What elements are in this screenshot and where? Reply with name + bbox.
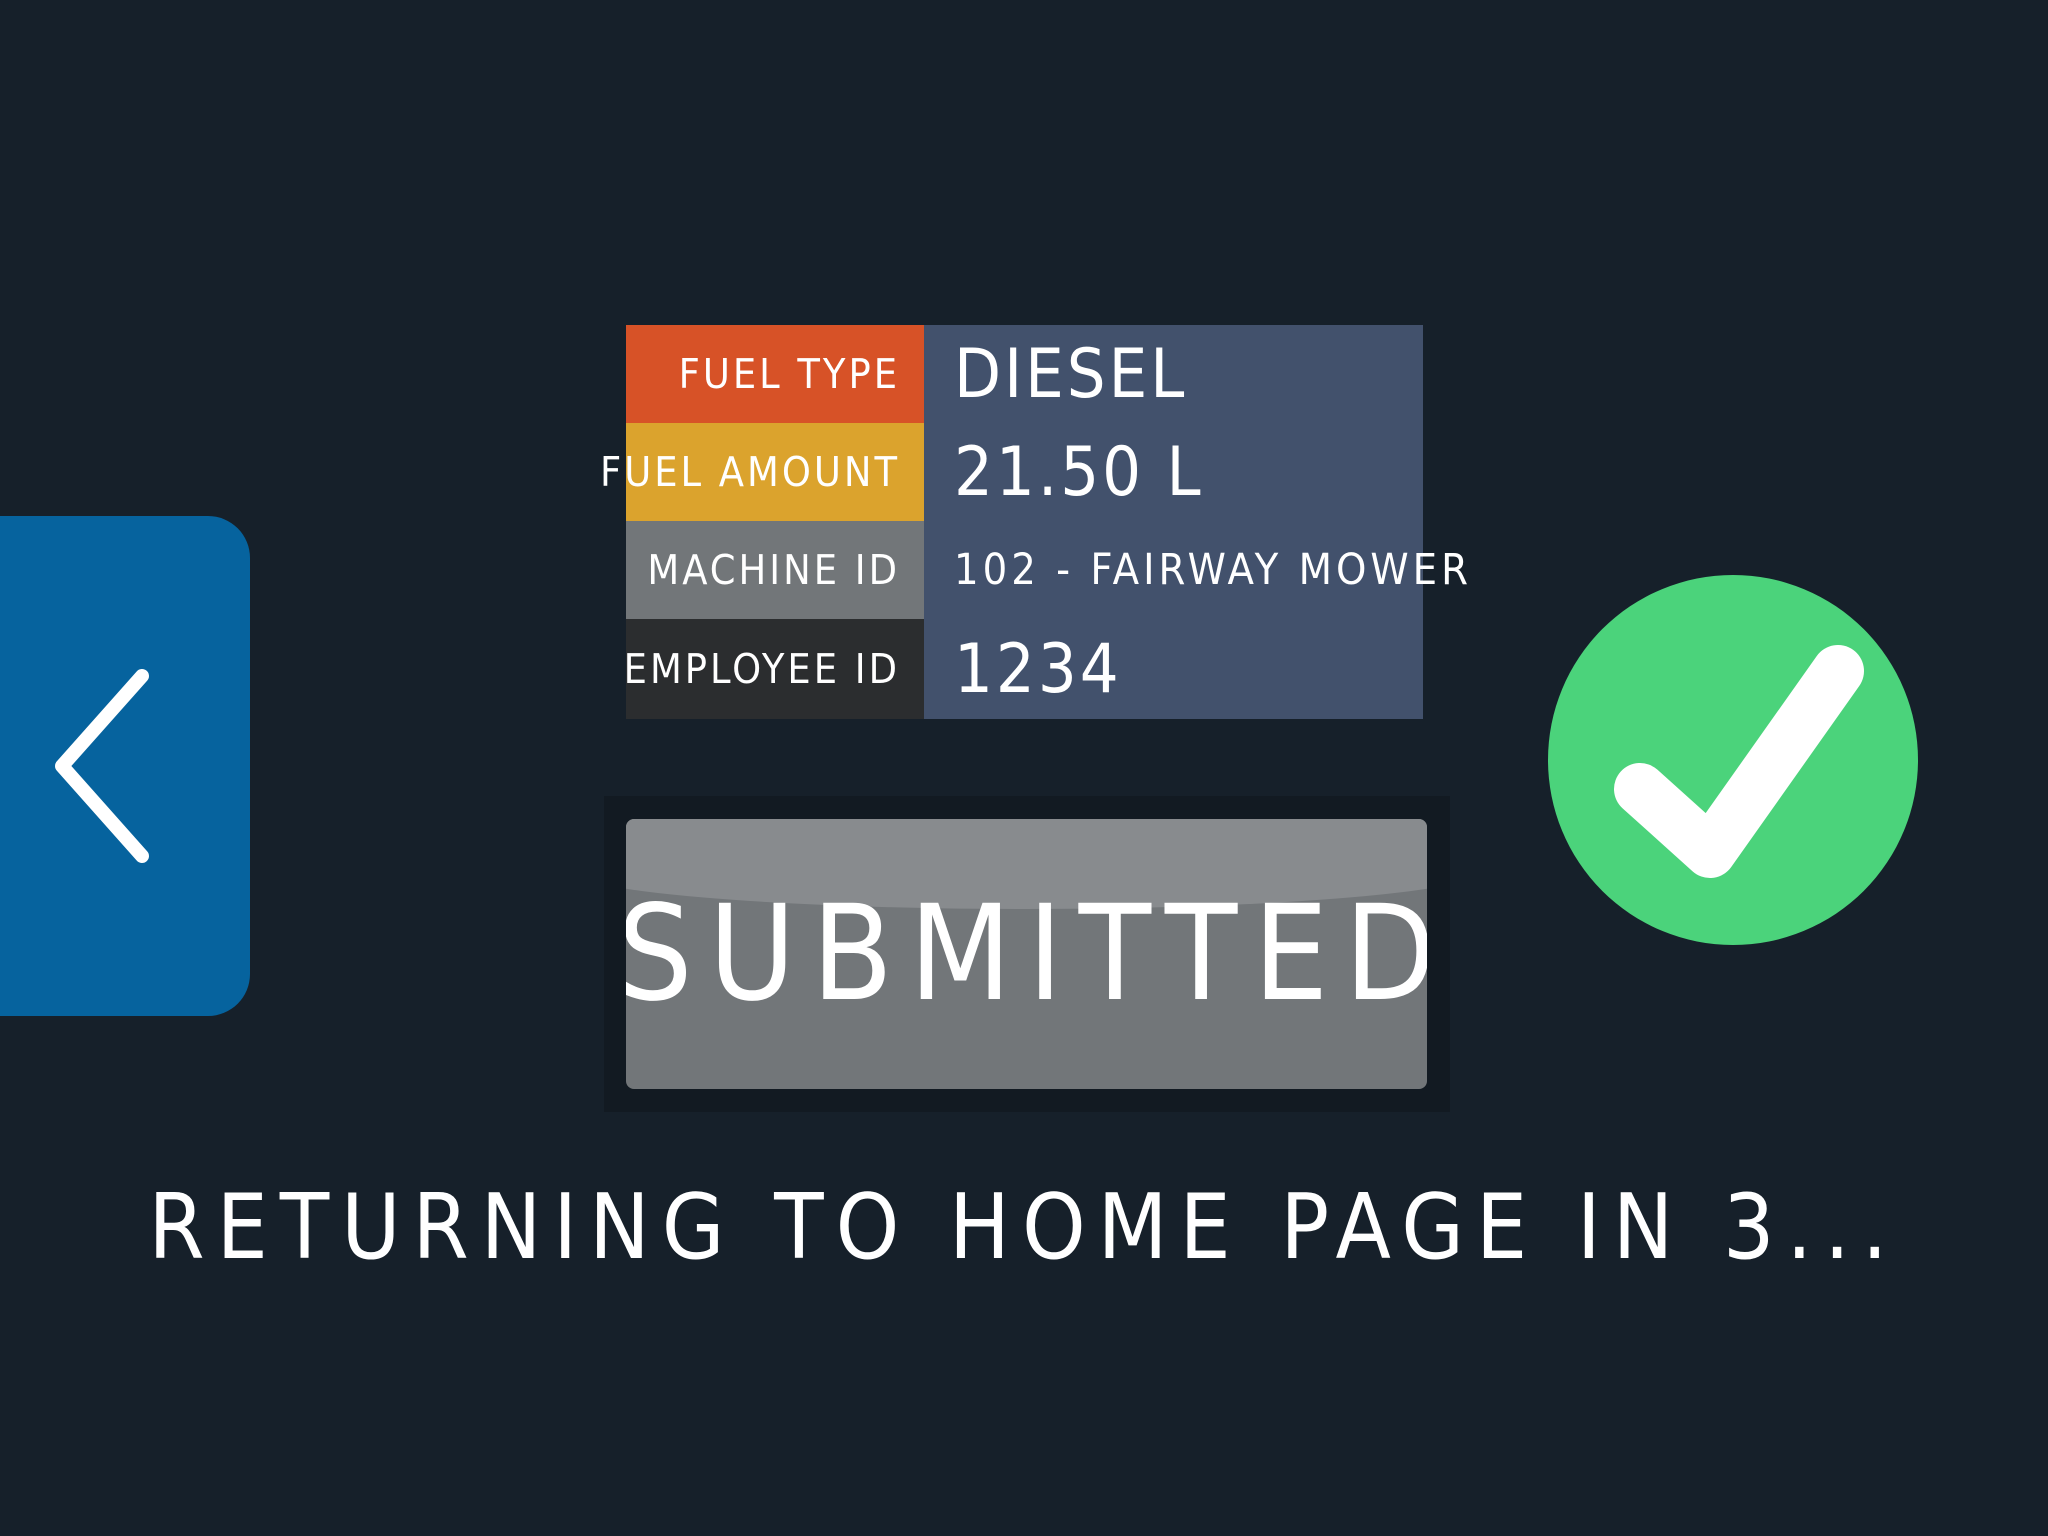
summary-row-machine-id: MACHINE ID 102 - FAIRWAY MOWER (626, 521, 1468, 619)
fuel-type-value: DIESEL (954, 334, 1188, 414)
summary-row-fuel-type: FUEL TYPE DIESEL (626, 325, 1423, 423)
employee-id-label: EMPLOYEE ID (624, 619, 924, 719)
check-circle-icon (1548, 575, 1918, 945)
machine-id-label: MACHINE ID (626, 521, 924, 619)
summary-row-employee-id: EMPLOYEE ID 1234 (624, 619, 1423, 719)
machine-id-value: 102 - FAIRWAY MOWER (954, 545, 1472, 595)
fuel-amount-label: FUEL AMOUNT (600, 423, 924, 521)
summary-row-fuel-amount: FUEL AMOUNT 21.50 L (600, 423, 1423, 521)
countdown-message: RETURNING TO HOME PAGE IN 3... (148, 1175, 1900, 1280)
fuel-amount-value: 21.50 L (954, 432, 1204, 512)
fuel-summary-table: FUEL TYPE DIESEL FUEL AMOUNT 21.50 L MAC… (600, 325, 1468, 719)
submitted-button-label: SUBMITTED (626, 877, 1427, 1031)
employee-id-value: 1234 (954, 629, 1122, 709)
fuel-type-label: FUEL TYPE (626, 325, 924, 423)
submitted-button[interactable]: SUBMITTED (626, 819, 1427, 1089)
chevron-left-icon (55, 669, 149, 863)
back-button[interactable] (0, 516, 250, 1016)
